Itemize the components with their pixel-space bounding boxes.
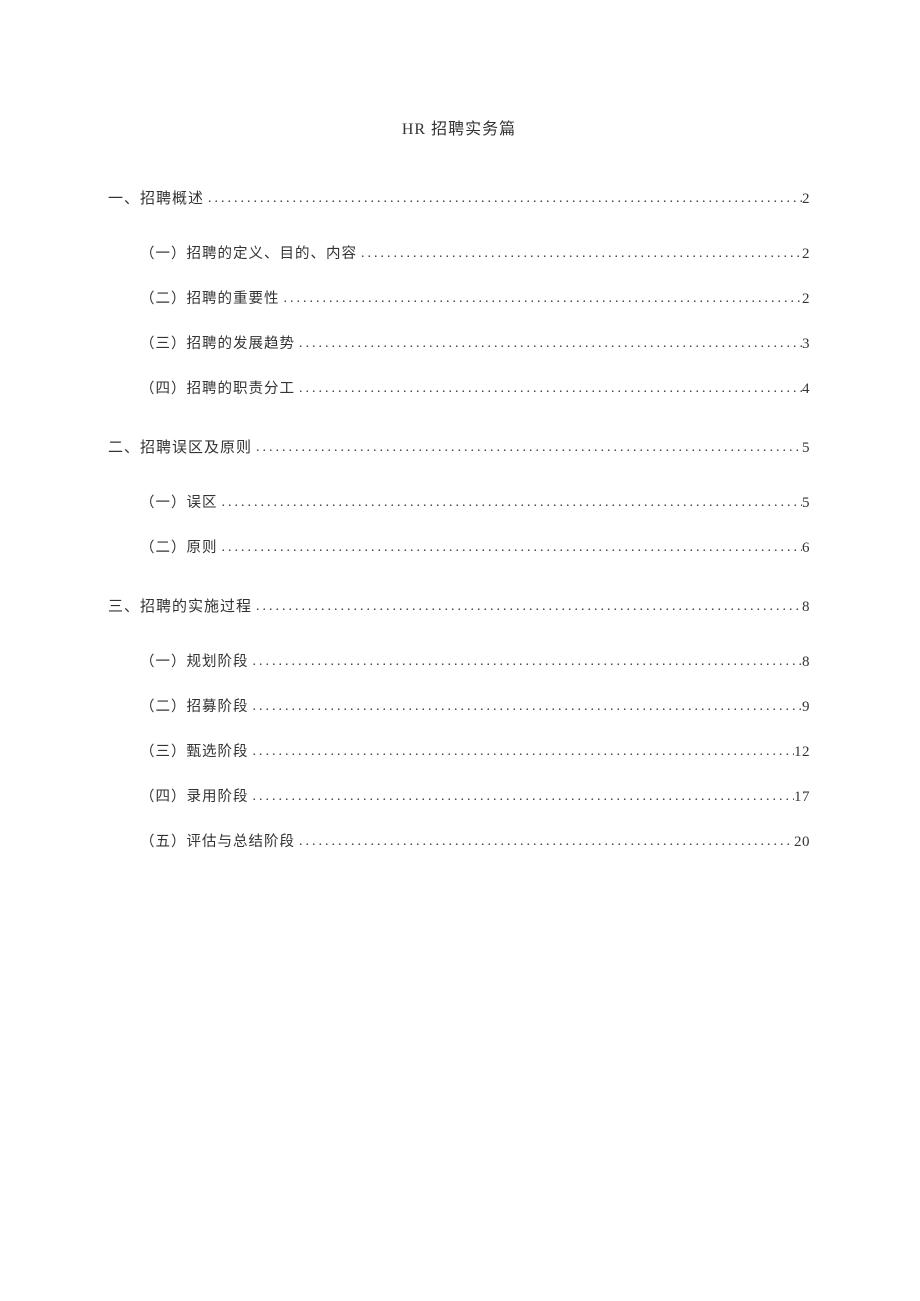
- toc-entry-1-3: （三）招聘的发展趋势 3: [140, 332, 810, 353]
- toc-label: （一）规划阶段: [140, 650, 249, 671]
- toc-entry-1-1: （一）招聘的定义、目的、内容 2: [140, 242, 810, 263]
- toc-page-number: 2: [802, 191, 810, 208]
- toc-entry-3-1: （一）规划阶段 8: [140, 650, 810, 671]
- toc-page-number: 2: [802, 291, 810, 308]
- toc-label: 二、招聘误区及原则: [108, 436, 252, 457]
- toc-page-number: 3: [802, 336, 810, 353]
- toc-leader-dots: [218, 540, 803, 556]
- toc-leader-dots: [357, 246, 802, 262]
- toc-entry-3-5: （五）评估与总结阶段 20: [140, 830, 810, 851]
- toc-section-2: 二、招聘误区及原则 5 （一）误区 5 （二）原则 6: [108, 436, 810, 557]
- toc-leader-dots: [295, 336, 802, 352]
- toc-page-number: 5: [802, 495, 810, 512]
- toc-label: 一、招聘概述: [108, 187, 204, 208]
- toc-entry-2-1: （一）误区 5: [140, 491, 810, 512]
- toc-label: 三、招聘的实施过程: [108, 595, 252, 616]
- toc-leader-dots: [249, 789, 795, 805]
- toc-label: （四）录用阶段: [140, 785, 249, 806]
- toc-page-number: 12: [794, 744, 810, 761]
- toc-leader-dots: [252, 440, 802, 456]
- toc-entry-2: 二、招聘误区及原则 5: [108, 436, 810, 457]
- toc-label: （一）招聘的定义、目的、内容: [140, 242, 357, 263]
- toc-leader-dots: [252, 599, 802, 615]
- toc-page-number: 8: [802, 599, 810, 616]
- toc-label: （四）招聘的职责分工: [140, 377, 295, 398]
- toc-page-number: 4: [802, 381, 810, 398]
- toc-leader-dots: [249, 654, 803, 670]
- toc-label: （二）招募阶段: [140, 695, 249, 716]
- toc-section-1: 一、招聘概述 2 （一）招聘的定义、目的、内容 2 （二）招聘的重要性 2 （三…: [108, 187, 810, 398]
- toc-leader-dots: [249, 699, 803, 715]
- toc-label: （五）评估与总结阶段: [140, 830, 295, 851]
- toc-leader-dots: [295, 381, 802, 397]
- toc-entry-2-2: （二）原则 6: [140, 536, 810, 557]
- toc-page-number: 20: [794, 834, 810, 851]
- toc-entry-1-4: （四）招聘的职责分工 4: [140, 377, 810, 398]
- toc-page-number: 9: [802, 699, 810, 716]
- toc-leader-dots: [280, 291, 803, 307]
- toc-entry-3-4: （四）录用阶段 17: [140, 785, 810, 806]
- document-title: HR 招聘实务篇: [108, 115, 810, 139]
- toc-leader-dots: [249, 744, 795, 760]
- toc-page-number: 5: [802, 440, 810, 457]
- toc-entry-1-2: （二）招聘的重要性 2: [140, 287, 810, 308]
- toc-page-number: 17: [794, 789, 810, 806]
- toc-entry-3-3: （三）甄选阶段 12: [140, 740, 810, 761]
- toc-label: （一）误区: [140, 491, 218, 512]
- toc-entry-3: 三、招聘的实施过程 8: [108, 595, 810, 616]
- toc-leader-dots: [204, 191, 802, 207]
- toc-page-number: 6: [802, 540, 810, 557]
- toc-label: （三）甄选阶段: [140, 740, 249, 761]
- toc-leader-dots: [218, 495, 803, 511]
- toc-section-3: 三、招聘的实施过程 8 （一）规划阶段 8 （二）招募阶段 9 （三）甄选阶段 …: [108, 595, 810, 851]
- toc-entry-1: 一、招聘概述 2: [108, 187, 810, 208]
- toc-page-number: 8: [802, 654, 810, 671]
- toc-entry-3-2: （二）招募阶段 9: [140, 695, 810, 716]
- toc-leader-dots: [295, 834, 794, 850]
- toc-label: （二）原则: [140, 536, 218, 557]
- toc-page-number: 2: [802, 246, 810, 263]
- toc-label: （三）招聘的发展趋势: [140, 332, 295, 353]
- toc-label: （二）招聘的重要性: [140, 287, 280, 308]
